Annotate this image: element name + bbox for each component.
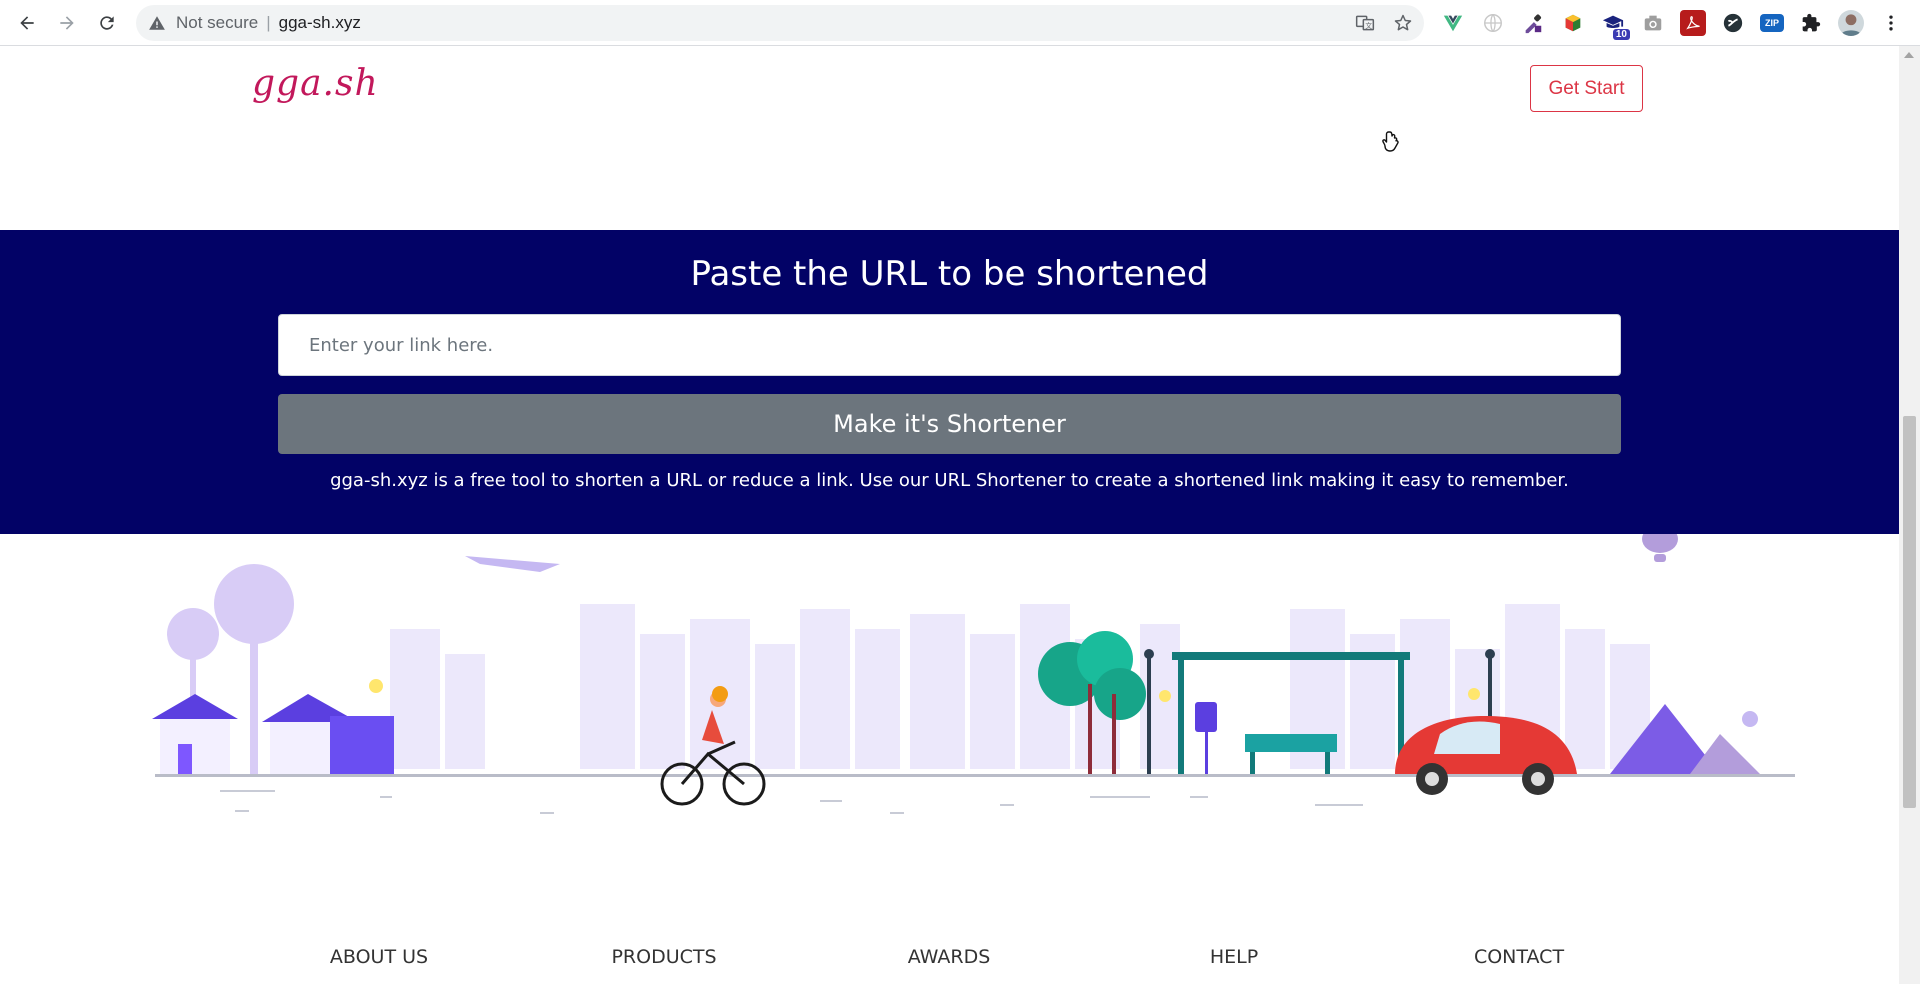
security-label: Not secure [176, 13, 259, 32]
link-input[interactable] [278, 314, 1621, 376]
footer-link-help[interactable]: HELP [1210, 946, 1258, 968]
warning-icon [149, 16, 165, 30]
bookmark-star-icon[interactable] [1392, 12, 1414, 34]
site-logo[interactable]: gga.sh [252, 63, 379, 104]
section-title: Paste the URL to be shortened [690, 254, 1209, 294]
forward-button[interactable] [51, 7, 83, 39]
back-button[interactable] [11, 7, 43, 39]
vertical-scrollbar[interactable] [1899, 46, 1920, 984]
extensions-bar: 10 ZIP [1440, 8, 1904, 40]
footer-link-products[interactable]: PRODUCTS [611, 946, 716, 968]
pdf-icon[interactable] [1680, 10, 1706, 36]
zip-icon[interactable]: ZIP [1760, 14, 1784, 32]
graduation-cap-icon[interactable]: 10 [1600, 10, 1630, 40]
camera-icon[interactable] [1640, 10, 1666, 36]
footer-link-contact[interactable]: CONTACT [1474, 946, 1564, 968]
arrow-right-icon [60, 16, 74, 30]
shorten-button[interactable]: Make it's Shortener [278, 394, 1621, 454]
zip-label: ZIP [1764, 18, 1779, 28]
puzzle-icon[interactable] [1798, 10, 1824, 36]
menu-kebab-icon[interactable] [1878, 10, 1904, 36]
reload-icon [100, 16, 114, 30]
slash-circle-icon[interactable] [1720, 10, 1746, 36]
cursor-icon [1382, 131, 1399, 152]
footer-nav: ABOUT US PRODUCTS AWARDS HELP CONTACT [0, 946, 1899, 984]
scroll-up-arrow-icon[interactable] [1904, 52, 1914, 58]
footer-link-about-us[interactable]: ABOUT US [330, 946, 428, 968]
profile-avatar[interactable] [1838, 10, 1864, 36]
houses [152, 679, 394, 774]
eyedropper-icon[interactable] [1520, 10, 1546, 36]
cube-icon[interactable] [1560, 10, 1586, 36]
browser-toolbar: Not secure | gga-sh.xyz 文 10 ZIP [0, 0, 1920, 46]
airplane-icon [465, 556, 560, 572]
extension-badge: 10 [1612, 29, 1630, 40]
separator: | [266, 13, 271, 32]
reload-button[interactable] [91, 7, 123, 39]
vue-devtools-icon[interactable] [1440, 10, 1466, 36]
section-description: gga-sh.xyz is a free tool to shorten a U… [330, 470, 1569, 491]
svg-text:文: 文 [1365, 21, 1372, 30]
shortener-section: Paste the URL to be shortened Make it's … [0, 230, 1899, 534]
url-text: gga-sh.xyz [278, 13, 361, 32]
arrow-left-icon [20, 16, 34, 30]
page-viewport: gga.sh Get Start Paste the URL to be sho… [0, 46, 1899, 984]
translate-icon[interactable]: 文 [1354, 12, 1376, 34]
city-illustration [152, 534, 1795, 814]
scrollbar-thumb[interactable] [1903, 416, 1916, 808]
get-start-button[interactable]: Get Start [1530, 65, 1643, 112]
footer-link-awards[interactable]: AWARDS [908, 946, 991, 968]
address-bar[interactable]: Not secure | gga-sh.xyz 文 [136, 5, 1424, 41]
hot-air-balloon-icon [1642, 534, 1678, 562]
globe-icon[interactable] [1480, 10, 1506, 36]
